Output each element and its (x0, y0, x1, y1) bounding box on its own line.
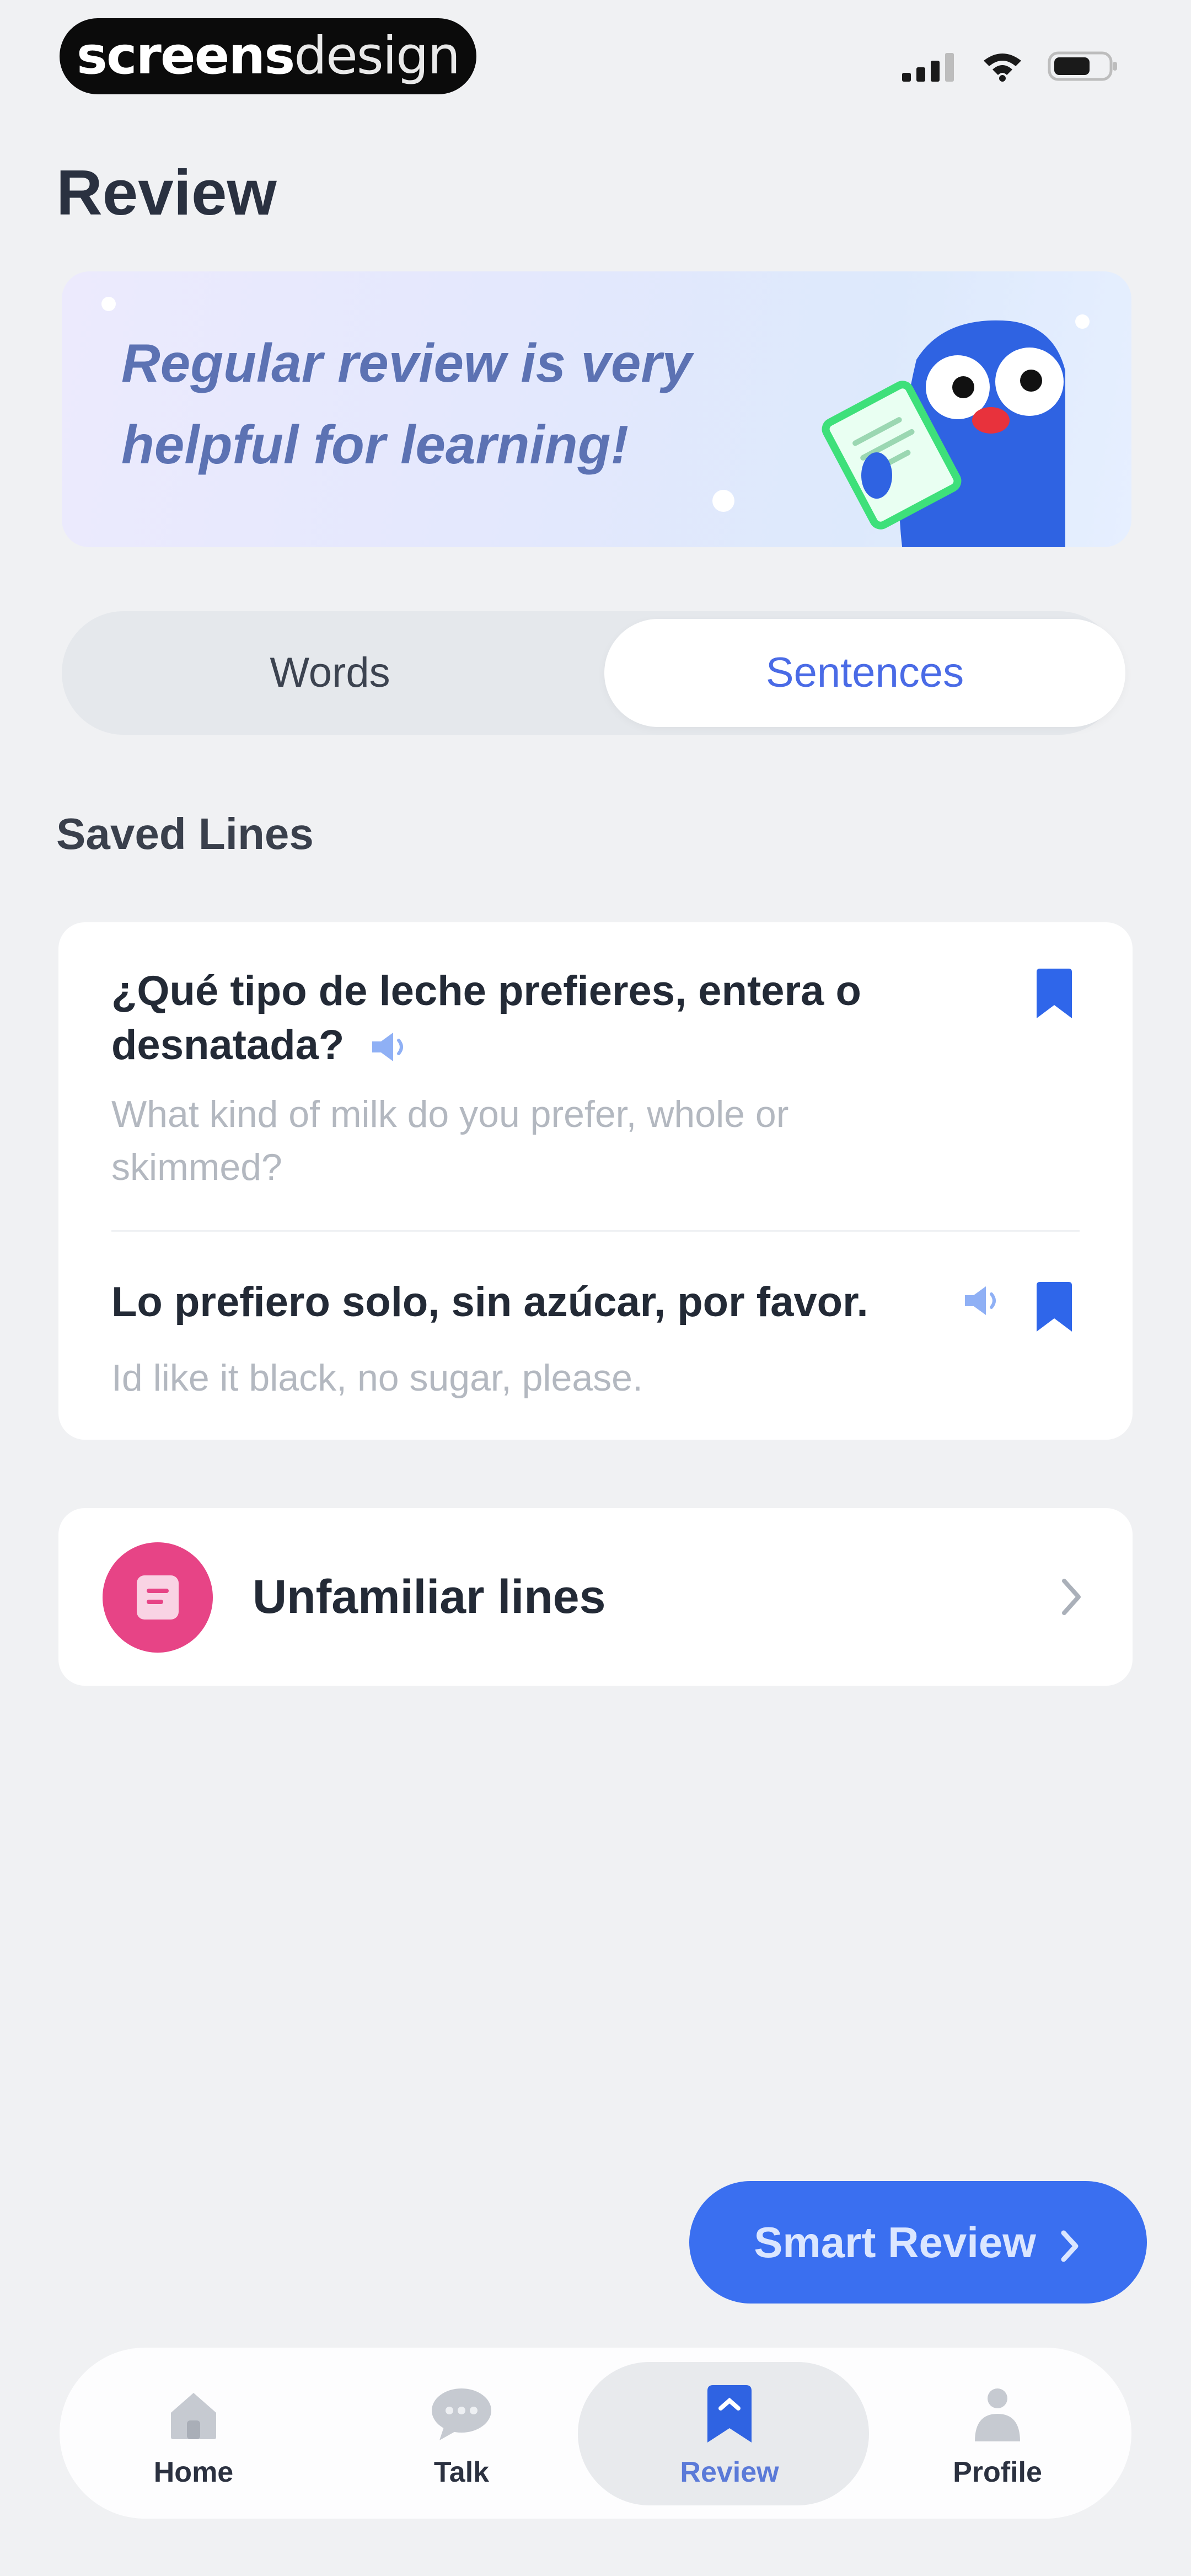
banner-text: Regular review is very helpful for learn… (121, 333, 693, 475)
status-icons (902, 50, 1119, 83)
unfamiliar-lines-row[interactable]: Unfamiliar lines (58, 1508, 1133, 1686)
brand-logo-bold: screens (76, 26, 295, 86)
tab-label: Review (680, 2456, 779, 2488)
tab-label: Profile (953, 2456, 1042, 2488)
saved-line-item[interactable]: ¿Qué tipo de leche prefieres, entera o d… (111, 964, 1016, 1194)
home-icon (171, 2393, 216, 2439)
tab-label: Home (153, 2456, 234, 2488)
sparkle-icon (101, 297, 116, 311)
brand-logo: screensdesign (60, 18, 476, 94)
tab-words[interactable]: Words (69, 619, 591, 727)
spanish-sentence: Lo prefiero solo, sin azúcar, por favor. (111, 1279, 868, 1326)
tab-talk[interactable]: Talk (328, 2348, 596, 2519)
bookmark-icon[interactable] (1032, 969, 1076, 1020)
review-tip-banner: Regular review is very helpful for learn… (62, 271, 1131, 547)
person-icon (975, 2388, 1020, 2441)
smart-review-button[interactable]: Smart Review (689, 2181, 1147, 2304)
tab-sentences[interactable]: Sentences (604, 619, 1125, 727)
bookmark-icon[interactable] (1032, 1282, 1076, 1334)
page-title: Review (56, 157, 277, 228)
speaker-icon[interactable] (368, 1029, 410, 1065)
english-translation: What kind of milk do you prefer, whole o… (111, 1093, 789, 1188)
unfamiliar-lines-label: Unfamiliar lines (253, 1570, 606, 1623)
tab-review[interactable]: Review (596, 2348, 863, 2519)
divider (111, 1230, 1080, 1232)
brand-logo-light: design (294, 26, 460, 86)
saved-lines-card: ¿Qué tipo de leche prefieres, entera o d… (58, 922, 1133, 1440)
bookmark-icon (707, 2385, 752, 2443)
spanish-sentence: ¿Qué tipo de leche prefieres, entera o d… (111, 968, 861, 1068)
signal-icon (902, 53, 954, 82)
penguin-mascot-icon (822, 320, 1065, 547)
speaker-icon[interactable] (961, 1283, 1002, 1318)
chevron-right-icon (1061, 2230, 1079, 2262)
section-title: Saved Lines (56, 809, 314, 858)
bottom-tab-bar: Home Talk Review Profile (60, 2348, 1131, 2519)
chevron-right-icon (1062, 1579, 1081, 1615)
chat-icon (432, 2388, 491, 2440)
sparkle-icon (712, 490, 734, 512)
tab-home[interactable]: Home (60, 2348, 328, 2519)
words-sentences-toggle: Words Sentences (62, 611, 1125, 735)
tab-label: Talk (433, 2456, 490, 2488)
saved-line-item[interactable]: Lo prefiero solo, sin azúcar, por favor.… (111, 1275, 1016, 1404)
smart-review-label: Smart Review (754, 2218, 1036, 2267)
tab-profile[interactable]: Profile (863, 2348, 1131, 2519)
note-icon (103, 1542, 213, 1653)
english-translation: Id like it black, no sugar, please. (111, 1357, 643, 1399)
battery-icon (1048, 51, 1117, 81)
wifi-icon (984, 54, 1021, 82)
